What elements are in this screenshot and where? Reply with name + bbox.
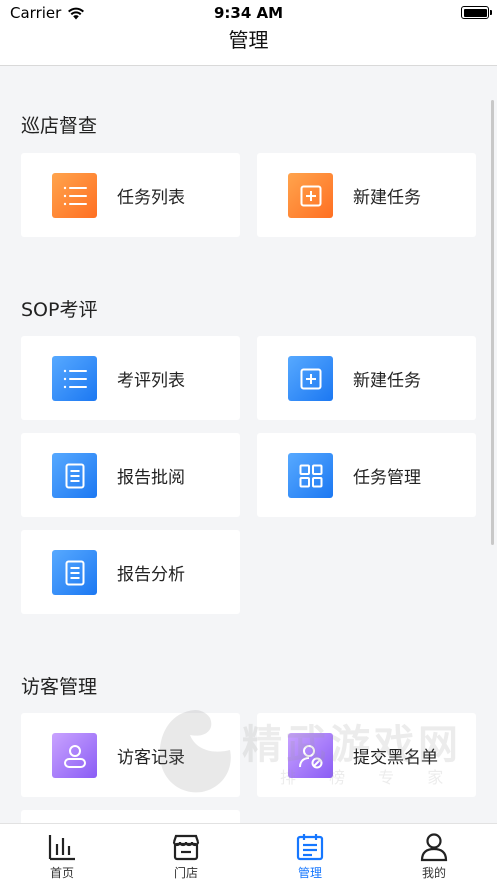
page-title: 管理 <box>228 28 269 52</box>
battery-icon <box>461 6 492 19</box>
content-scroll[interactable]: 巡店督查 任务列表 新建任务 SOP考评 考评列表 新建任务 报告批阅 任务管理… <box>0 67 497 823</box>
tab-mine[interactable]: 我的 <box>372 824 496 883</box>
document-icon <box>52 453 97 498</box>
tab-label: 首页 <box>49 866 74 880</box>
card-report-review[interactable]: 报告批阅 <box>21 433 240 517</box>
store-icon <box>172 834 200 861</box>
card-new-task-sop[interactable]: 新建任务 <box>257 336 476 420</box>
card-partial[interactable] <box>21 810 240 823</box>
card-new-task-inspection[interactable]: 新建任务 <box>257 153 476 237</box>
card-label: 访客记录 <box>117 748 185 768</box>
section-title-visitor: 访客管理 <box>21 676 98 698</box>
tab-label: 我的 <box>421 866 446 880</box>
card-label: 新建任务 <box>353 371 421 391</box>
card-label: 考评列表 <box>117 371 185 391</box>
tab-store[interactable]: 门店 <box>124 824 248 883</box>
status-time: 9:34 AM <box>213 4 284 22</box>
user-block-icon <box>288 733 333 778</box>
list-icon <box>52 356 97 401</box>
tab-label: 门店 <box>173 866 198 880</box>
tab-label: 管理 <box>297 866 322 880</box>
card-label: 任务管理 <box>353 468 421 488</box>
document-icon <box>52 550 97 595</box>
card-visitor-blacklist[interactable]: 提交黑名单 <box>257 713 476 797</box>
chart-icon <box>48 835 75 861</box>
tab-bar: 首页 门店 管理 我的 <box>0 823 497 883</box>
card-label: 新建任务 <box>353 188 421 208</box>
card-eval-list[interactable]: 考评列表 <box>21 336 240 420</box>
card-label: 提交黑名单 <box>353 748 438 768</box>
card-visitor-records[interactable]: 访客记录 <box>21 713 240 797</box>
user-card-icon <box>52 733 97 778</box>
status-bar: Carrier 9:34 AM <box>0 0 497 26</box>
card-label: 报告分析 <box>117 565 185 585</box>
scrollbar[interactable] <box>491 100 494 545</box>
calendar-list-icon <box>296 834 324 861</box>
card-label: 任务列表 <box>117 188 185 208</box>
card-task-manage[interactable]: 任务管理 <box>257 433 476 517</box>
person-icon <box>420 833 448 862</box>
tab-manage[interactable]: 管理 <box>248 824 372 883</box>
plus-square-icon <box>288 173 333 218</box>
section-title-sop: SOP考评 <box>21 299 98 321</box>
card-label: 报告批阅 <box>117 468 185 488</box>
card-task-list[interactable]: 任务列表 <box>21 153 240 237</box>
section-title-inspection: 巡店督查 <box>21 115 98 137</box>
nav-bar: 管理 <box>0 26 497 66</box>
list-icon <box>52 173 97 218</box>
grid-icon <box>288 453 333 498</box>
plus-square-icon <box>288 356 333 401</box>
card-report-analysis[interactable]: 报告分析 <box>21 530 240 614</box>
tab-home[interactable]: 首页 <box>0 824 124 883</box>
